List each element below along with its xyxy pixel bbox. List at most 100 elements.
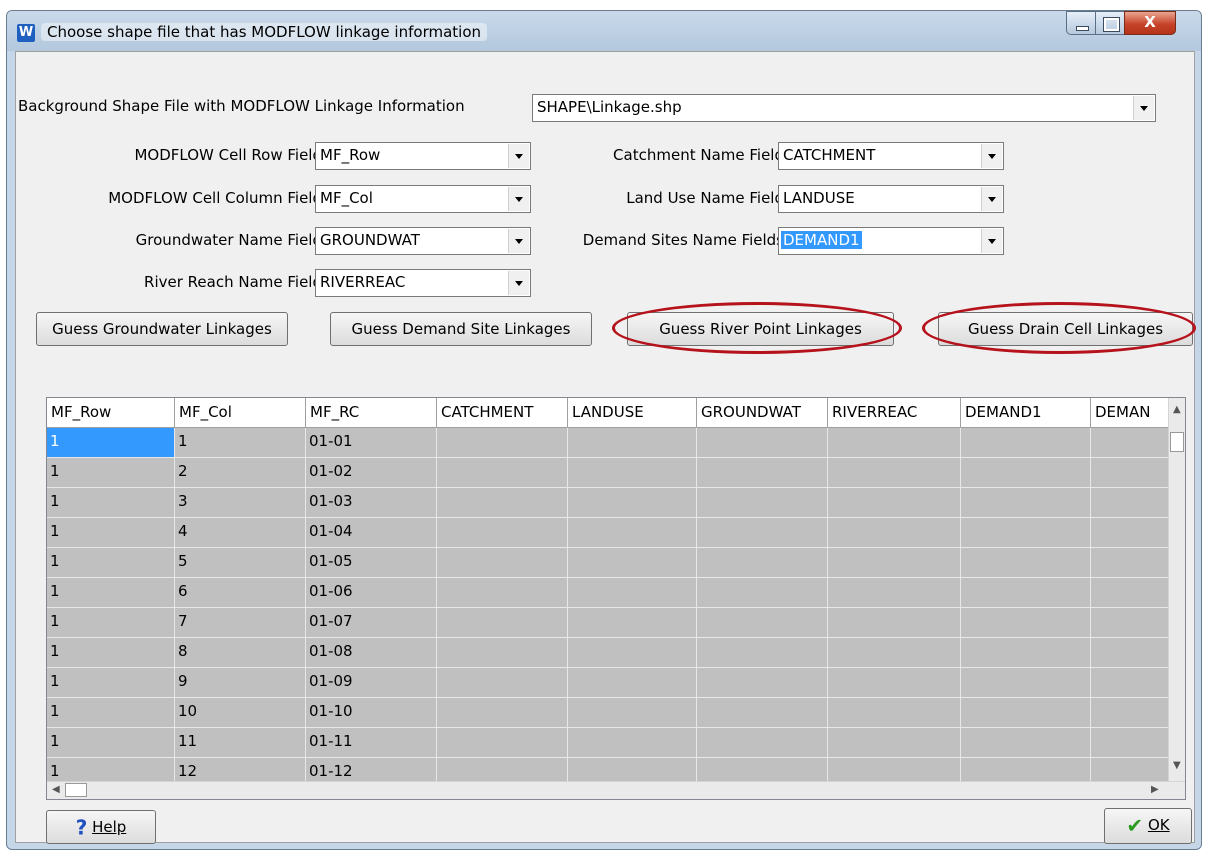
table-cell[interactable] <box>961 518 1091 547</box>
vertical-scroll-thumb[interactable] <box>1170 432 1184 452</box>
table-cell[interactable] <box>828 428 961 457</box>
table-cell[interactable] <box>437 518 568 547</box>
table-cell[interactable]: 1 <box>47 728 175 757</box>
table-row[interactable]: 1 7 01-07 <box>47 608 1171 638</box>
table-cell[interactable] <box>1091 488 1171 517</box>
table-cell[interactable] <box>437 428 568 457</box>
linkage-table[interactable]: MF_Row MF_Col MF_RC CATCHMENT LANDUSE GR… <box>46 397 1186 800</box>
scroll-left-icon[interactable]: ◀ <box>52 784 60 795</box>
table-cell[interactable]: 01-03 <box>306 488 437 517</box>
table-cell[interactable] <box>568 668 697 697</box>
table-cell[interactable]: 1 <box>47 518 175 547</box>
chevron-down-icon[interactable] <box>981 187 1002 211</box>
table-cell[interactable] <box>1091 608 1171 637</box>
table-cell[interactable]: 1 <box>47 698 175 727</box>
table-cell[interactable]: 01-11 <box>306 728 437 757</box>
table-row[interactable]: 1 10 01-10 <box>47 698 1171 728</box>
table-cell[interactable] <box>568 698 697 727</box>
table-cell[interactable] <box>437 548 568 577</box>
table-cell[interactable] <box>568 638 697 667</box>
guess-drain-button[interactable]: Guess Drain Cell Linkages <box>938 312 1193 346</box>
column-header[interactable]: LANDUSE <box>568 398 697 428</box>
table-cell[interactable]: 01-09 <box>306 668 437 697</box>
table-cell[interactable]: 9 <box>175 668 306 697</box>
table-cell[interactable] <box>828 728 961 757</box>
river-field-combo[interactable]: RIVERREAC <box>315 269 531 297</box>
chevron-down-icon[interactable] <box>508 144 529 168</box>
table-cell[interactable]: 11 <box>175 728 306 757</box>
table-cell[interactable] <box>1091 668 1171 697</box>
chevron-down-icon[interactable] <box>981 229 1002 253</box>
minimize-button[interactable] <box>1066 11 1096 35</box>
table-cell[interactable] <box>1091 728 1171 757</box>
table-cell[interactable] <box>568 518 697 547</box>
table-cell[interactable] <box>828 668 961 697</box>
table-cell[interactable] <box>437 608 568 637</box>
table-cell[interactable]: 5 <box>175 548 306 577</box>
row-field-combo[interactable]: MF_Row <box>315 142 531 170</box>
table-cell[interactable]: 01-04 <box>306 518 437 547</box>
table-cell[interactable]: 01-10 <box>306 698 437 727</box>
table-cell[interactable] <box>961 638 1091 667</box>
table-cell[interactable]: 01-06 <box>306 578 437 607</box>
maximize-button[interactable] <box>1095 11 1125 35</box>
table-cell[interactable] <box>437 458 568 487</box>
horizontal-scrollbar[interactable]: ◀ ▶ <box>47 781 1185 799</box>
table-cell[interactable]: 1 <box>47 458 175 487</box>
column-header[interactable]: MF_Row <box>47 398 175 428</box>
table-cell[interactable]: 1 <box>47 578 175 607</box>
catchment-field-combo[interactable]: CATCHMENT <box>778 142 1004 170</box>
groundwater-field-combo[interactable]: GROUNDWAT <box>315 227 531 255</box>
column-header[interactable]: DEMAND1 <box>961 398 1091 428</box>
chevron-down-icon[interactable] <box>981 144 1002 168</box>
title-bar[interactable]: W Choose shape file that has MODFLOW lin… <box>7 11 1201 51</box>
table-cell[interactable] <box>568 728 697 757</box>
table-cell[interactable] <box>697 458 828 487</box>
table-cell[interactable] <box>697 548 828 577</box>
table-cell[interactable] <box>1091 578 1171 607</box>
table-cell[interactable]: 01-01 <box>306 428 437 457</box>
table-cell[interactable] <box>828 458 961 487</box>
chevron-down-icon[interactable] <box>1133 96 1154 120</box>
table-cell[interactable] <box>568 488 697 517</box>
table-cell[interactable]: 10 <box>175 698 306 727</box>
column-field-combo[interactable]: MF_Col <box>315 185 531 213</box>
scroll-right-icon[interactable]: ▶ <box>1151 784 1159 795</box>
table-cell[interactable] <box>828 698 961 727</box>
table-cell[interactable] <box>437 578 568 607</box>
table-cell[interactable] <box>961 608 1091 637</box>
table-cell[interactable] <box>828 578 961 607</box>
table-cell[interactable] <box>828 638 961 667</box>
help-button[interactable]: ? Help <box>46 810 156 844</box>
guess-groundwater-button[interactable]: Guess Groundwater Linkages <box>36 312 288 346</box>
table-cell[interactable]: 3 <box>175 488 306 517</box>
table-cell[interactable] <box>1091 698 1171 727</box>
column-header[interactable]: MF_Col <box>175 398 306 428</box>
table-cell[interactable] <box>568 428 697 457</box>
table-cell[interactable] <box>697 578 828 607</box>
table-cell[interactable]: 01-08 <box>306 638 437 667</box>
table-row[interactable]: 1 9 01-09 <box>47 668 1171 698</box>
table-cell[interactable] <box>961 668 1091 697</box>
table-cell[interactable]: 1 <box>47 548 175 577</box>
chevron-down-icon[interactable] <box>508 229 529 253</box>
table-cell[interactable] <box>961 578 1091 607</box>
table-cell[interactable]: 2 <box>175 458 306 487</box>
guess-demand-button[interactable]: Guess Demand Site Linkages <box>330 312 592 346</box>
table-cell[interactable] <box>697 488 828 517</box>
column-header[interactable]: RIVERREAC <box>828 398 961 428</box>
table-cell[interactable]: 1 <box>47 668 175 697</box>
table-cell[interactable]: 6 <box>175 578 306 607</box>
table-cell[interactable]: 1 <box>47 488 175 517</box>
guess-river-button[interactable]: Guess River Point Linkages <box>627 312 894 346</box>
table-cell[interactable]: 7 <box>175 608 306 637</box>
column-header[interactable]: CATCHMENT <box>437 398 568 428</box>
scroll-down-icon[interactable]: ▼ <box>1173 760 1181 771</box>
table-row[interactable]: 1 4 01-04 <box>47 518 1171 548</box>
table-cell[interactable] <box>828 548 961 577</box>
table-cell[interactable] <box>437 488 568 517</box>
table-cell[interactable]: 1 <box>47 608 175 637</box>
table-cell[interactable]: 1 <box>47 638 175 667</box>
table-cell[interactable]: 01-07 <box>306 608 437 637</box>
table-cell[interactable] <box>568 458 697 487</box>
